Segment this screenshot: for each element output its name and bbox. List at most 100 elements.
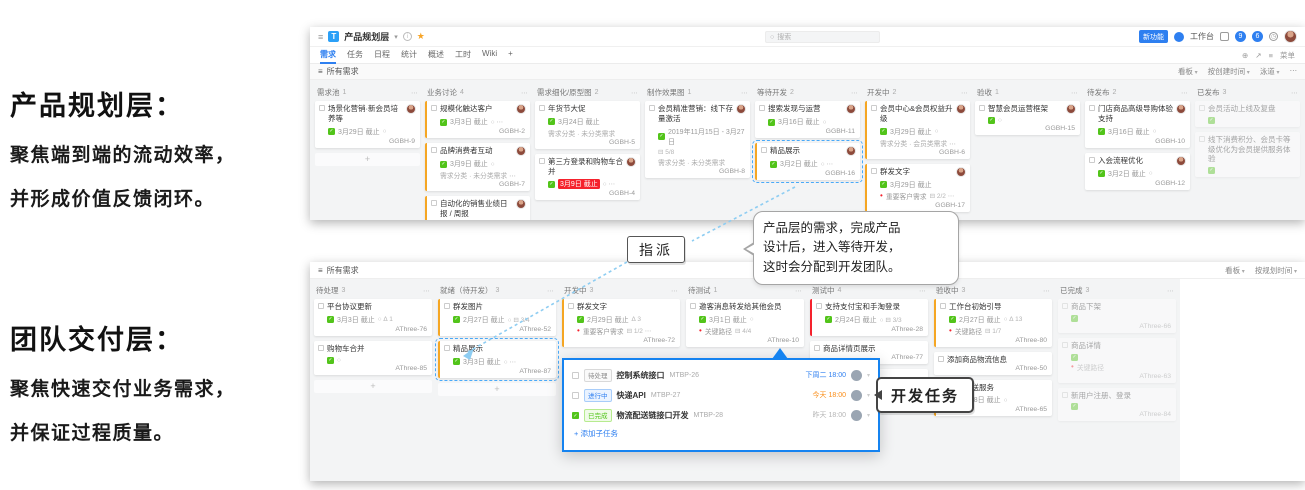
add-card-button[interactable]: +: [314, 380, 432, 393]
menu-link[interactable]: 菜单: [1280, 50, 1295, 61]
kanban-card[interactable]: 搜索发现与运营✓3月16日 截止○GGBH-11: [755, 101, 860, 138]
notification-count-badge[interactable]: 6: [1252, 31, 1263, 42]
view-control[interactable]: 看板 ▾: [1178, 66, 1198, 77]
project-title[interactable]: 产品规划层: [344, 30, 389, 43]
add-subtask-button[interactable]: + 添加子任务: [572, 428, 870, 439]
column-more-icon[interactable]: ⋯: [851, 89, 858, 97]
card-checkbox[interactable]: [761, 147, 767, 153]
chevron-down-icon[interactable]: ▾: [867, 372, 870, 379]
board-tab[interactable]: 需求: [320, 46, 336, 64]
filter-list-icon[interactable]: ≡: [318, 67, 323, 76]
favorite-star-icon[interactable]: ★: [417, 32, 425, 41]
card-checkbox[interactable]: [318, 345, 324, 351]
kanban-card[interactable]: 会员活动上线及复盘✓: [1195, 101, 1300, 127]
kanban-card[interactable]: 商品下架✓AThree-66: [1058, 299, 1176, 333]
column-more-icon[interactable]: ⋯: [1167, 287, 1174, 295]
add-card-button[interactable]: +: [438, 383, 556, 396]
subtask-row[interactable]: 进行中快递APIMTBP-27今天 18:00▾: [572, 385, 870, 405]
kanban-card[interactable]: 智慧会员运营框架✓○GGBH-15: [975, 101, 1080, 135]
kanban-card[interactable]: 场景化营销·新会员培养等✓3月29日 截止○GGBH-9: [315, 101, 420, 148]
card-checkbox[interactable]: [444, 303, 450, 309]
filter-label[interactable]: 所有需求: [327, 66, 359, 77]
column-more-icon[interactable]: ⋯: [1291, 89, 1298, 97]
card-checkbox[interactable]: [1199, 105, 1205, 111]
card-checkbox[interactable]: [1062, 303, 1068, 309]
kanban-card[interactable]: 入会流程优化✓3月2日 截止○GGBH-12: [1085, 153, 1190, 190]
column-more-icon[interactable]: ⋯: [521, 89, 528, 97]
kanban-card[interactable]: 精品展示✓3月2日 截止○ ⋯GGBH-16: [755, 143, 860, 180]
kanban-card[interactable]: 群发文字✓2月29日 截止∆ 3•重要客户需求⊟ 1/2 ⋯AThree-72: [562, 299, 680, 347]
column-more-icon[interactable]: ⋯: [423, 287, 430, 295]
subtask-checkbox[interactable]: [572, 372, 579, 379]
help-bubble-icon[interactable]: [1174, 32, 1184, 42]
subtask-checkbox[interactable]: ✓: [572, 412, 579, 419]
kanban-card[interactable]: 会员精准营销：线下存量激活✓2019年11月15日 - 3月27日⊟ 5/8需求…: [645, 101, 750, 178]
board-tab[interactable]: 概述: [428, 46, 444, 64]
kanban-card[interactable]: 年货节大促✓3月24日 截止需求分类 · 未分类需求GGBH-5: [535, 101, 640, 149]
card-checkbox[interactable]: [1089, 105, 1095, 111]
column-more-icon[interactable]: ⋯: [1071, 89, 1078, 97]
board-tab[interactable]: 统计: [401, 46, 417, 64]
column-more-icon[interactable]: ⋯: [961, 89, 968, 97]
kanban-card[interactable]: 规模化触达客户✓3月3日 截止○ ⋯GGBH-2: [425, 101, 530, 138]
column-more-icon[interactable]: ⋯: [671, 287, 678, 295]
hamburger-menu-icon[interactable]: ≡: [318, 32, 323, 42]
card-checkbox[interactable]: [568, 303, 574, 309]
filter-icon[interactable]: ≡: [1269, 51, 1273, 60]
card-checkbox[interactable]: [1062, 392, 1068, 398]
board-tab[interactable]: 工时: [455, 46, 471, 64]
kanban-card[interactable]: 新用户注册、登录✓AThree-84: [1058, 388, 1176, 422]
kanban-card[interactable]: 平台协议更新✓3月3日 截止○ ∆ 1AThree-76: [314, 299, 432, 336]
view-control[interactable]: ⋯: [1290, 66, 1298, 77]
member-add-icon[interactable]: ⊕: [1242, 51, 1248, 60]
view-control[interactable]: 泳道 ▾: [1260, 66, 1280, 77]
card-checkbox[interactable]: [938, 356, 944, 362]
calendar-icon[interactable]: [1220, 32, 1229, 41]
kanban-card[interactable]: 工作台初始引导✓2月27日 截止○ ∆ 13•关键路径⊟ 1/7AThree-8…: [934, 299, 1052, 347]
card-checkbox[interactable]: [539, 158, 545, 164]
card-checkbox[interactable]: [816, 303, 822, 309]
column-more-icon[interactable]: ⋯: [1043, 287, 1050, 295]
info-icon[interactable]: i: [403, 32, 412, 41]
board-tab[interactable]: +: [508, 46, 513, 64]
kanban-card[interactable]: 添加商品物流信息AThree-50: [934, 352, 1052, 375]
filter-list-icon[interactable]: ≡: [318, 266, 323, 275]
kanban-card[interactable]: 自动化的销售业绩日报 / 周报✓3月3日 截止○GGBH-14: [425, 196, 530, 220]
card-checkbox[interactable]: [759, 105, 765, 111]
kanban-card[interactable]: 邀客消息转发给其他会员✓3月1日 截止○•关键路径⊟ 4/4AThree-10: [686, 299, 804, 347]
subtask-checkbox[interactable]: [572, 392, 579, 399]
kanban-card[interactable]: 精品展示✓3月3日 截止○ ⋯AThree-87: [438, 341, 556, 378]
card-checkbox[interactable]: [871, 168, 877, 174]
column-more-icon[interactable]: ⋯: [547, 287, 554, 295]
card-checkbox[interactable]: [979, 105, 985, 111]
card-checkbox[interactable]: [539, 105, 545, 111]
column-more-icon[interactable]: ⋯: [1181, 89, 1188, 97]
kanban-card[interactable]: 群发图片✓2月27日 截止○ ⊟ 3/4AThree-52: [438, 299, 556, 336]
chevron-down-icon[interactable]: ▾: [867, 412, 870, 419]
kanban-card[interactable]: 门店商品高级导购体验支持✓3月16日 截止○GGBH-10: [1085, 101, 1190, 148]
chevron-down-icon[interactable]: ▾: [394, 33, 398, 41]
kanban-card[interactable]: 第三方登录和购物车合并✓3月9日 截止○ ⋯GGBH-4: [535, 154, 640, 201]
kanban-card[interactable]: 商品详情✓•关键路径AThree-63: [1058, 338, 1176, 383]
view-control[interactable]: 按创建时间 ▾: [1208, 66, 1250, 77]
chat-count-badge[interactable]: 9: [1235, 31, 1246, 42]
column-more-icon[interactable]: ⋯: [631, 89, 638, 97]
card-checkbox[interactable]: [690, 303, 696, 309]
view-control[interactable]: 看板 ▾: [1225, 265, 1245, 276]
board-tab[interactable]: 任务: [347, 46, 363, 64]
add-card-button[interactable]: +: [315, 153, 420, 166]
kanban-card[interactable]: 会员中心&会员权益升级✓3月29日 截止○需求分类 · 会员类需求 ⋯GGBH-…: [865, 101, 970, 159]
column-more-icon[interactable]: ⋯: [795, 287, 802, 295]
kanban-card[interactable]: 群发文字✓3月29日 截止•重要客户需求⊟ 2/2 ⋯GGBH-17: [865, 164, 970, 212]
share-icon[interactable]: ↗: [1255, 51, 1261, 60]
card-checkbox[interactable]: [871, 105, 877, 111]
card-checkbox[interactable]: [1089, 157, 1095, 163]
card-checkbox[interactable]: [431, 200, 437, 206]
workbench-link[interactable]: 工作台: [1190, 31, 1214, 42]
kanban-card[interactable]: 品牌消费者互动✓3月9日 截止○需求分类 · 未分类需求 ⋯GGBH-7: [425, 143, 530, 191]
card-checkbox[interactable]: [940, 303, 946, 309]
view-control[interactable]: 按规划时间 ▾: [1255, 265, 1297, 276]
kanban-card[interactable]: 购物车合并✓○AThree-85: [314, 341, 432, 375]
subtask-row[interactable]: 待处理控制系统接口MTBP-26下周二 18:00▾: [572, 365, 870, 385]
column-more-icon[interactable]: ⋯: [411, 89, 418, 97]
